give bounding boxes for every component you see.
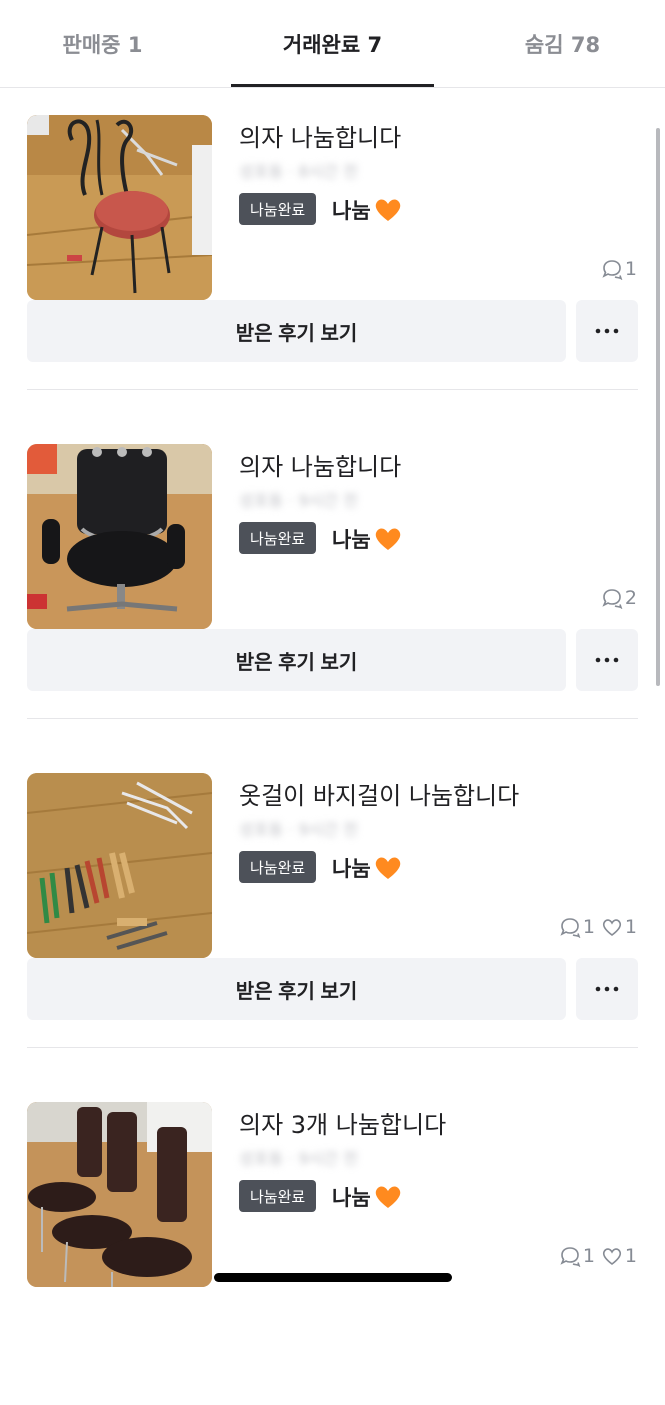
product-thumbnail[interactable]	[27, 115, 212, 300]
chat-count: 1	[559, 1245, 595, 1267]
chat-bubbles-icon	[602, 589, 623, 609]
orange-heart-icon	[375, 857, 400, 879]
view-received-review-button[interactable]: 받은 후기 보기	[27, 300, 566, 362]
item-location-time: 성포동 · 9시간 전	[239, 1149, 358, 1168]
status-badge: 나눔완료	[239, 522, 317, 554]
more-options-button[interactable]	[576, 958, 638, 1020]
product-thumbnail[interactable]	[27, 773, 212, 958]
item-title[interactable]: 의자 나눔합니다	[239, 118, 401, 153]
item-title[interactable]: 의자 나눔합니다	[239, 447, 401, 482]
item-stats: 1 1	[559, 1245, 637, 1267]
like-count: 1	[601, 1245, 637, 1267]
list-item[interactable]: 의자 3개 나눔합니다 성포동 · 9시간 전 나눔완료 나눔 1 1	[0, 1075, 665, 1405]
trade-status-tabs: 판매중 1 거래완료 7 숨김 78	[0, 0, 665, 88]
item-stats: 2	[601, 587, 637, 609]
tab-hidden[interactable]: 숨김 78	[460, 0, 665, 88]
price-label: 나눔	[332, 199, 371, 223]
chat-count-value: 1	[582, 1245, 595, 1267]
list-item[interactable]: 의자 나눔합니다 성포동 · 9시간 전 나눔완료 나눔 2 받은 후기 보기	[0, 417, 665, 747]
list-item[interactable]: 옷걸이 바지걸이 나눔합니다 성포동 · 9시간 전 나눔완료 나눔 1 1 받…	[0, 746, 665, 1076]
item-price: 나눔	[332, 851, 402, 885]
item-price: 나눔	[332, 193, 402, 227]
status-badge: 나눔완료	[239, 851, 317, 883]
tab-selling[interactable]: 판매중 1	[0, 0, 205, 88]
like-count: 1	[601, 916, 637, 938]
chat-count-value: 2	[624, 587, 637, 609]
orange-heart-icon	[375, 199, 400, 221]
chat-bubbles-icon	[560, 918, 581, 938]
orange-heart-icon	[375, 528, 400, 550]
chat-count-value: 1	[582, 916, 595, 938]
chat-bubbles-icon	[560, 1247, 581, 1267]
view-received-review-button[interactable]: 받은 후기 보기	[27, 629, 566, 691]
more-dots-icon	[595, 328, 619, 334]
item-divider	[27, 1047, 638, 1048]
price-label: 나눔	[332, 857, 371, 881]
item-divider	[27, 389, 638, 390]
item-location-time: 성포동 · 9시간 전	[239, 820, 358, 839]
chat-bubbles-icon	[602, 260, 623, 280]
like-count-value: 1	[624, 1245, 637, 1267]
heart-outline-icon	[602, 1248, 621, 1266]
chat-count-value: 1	[624, 258, 637, 280]
item-stats: 1 1	[559, 916, 637, 938]
product-thumbnail[interactable]	[27, 444, 212, 629]
like-count-value: 1	[624, 916, 637, 938]
item-price: 나눔	[332, 522, 402, 556]
more-dots-icon	[595, 986, 619, 992]
product-thumbnail[interactable]	[27, 1102, 212, 1287]
more-dots-icon	[595, 657, 619, 663]
more-options-button[interactable]	[576, 300, 638, 362]
item-title[interactable]: 옷걸이 바지걸이 나눔합니다	[239, 776, 519, 811]
item-title[interactable]: 의자 3개 나눔합니다	[239, 1105, 446, 1140]
chat-count: 1	[601, 258, 637, 280]
home-indicator[interactable]	[214, 1273, 452, 1282]
active-tab-indicator	[231, 84, 434, 87]
item-stats: 1	[601, 258, 637, 280]
list-item[interactable]: 의자 나눔합니다 성포동 · 8시간 전 나눔완료 나눔 1 받은 후기 보기	[0, 88, 665, 418]
chat-count: 1	[559, 916, 595, 938]
status-badge: 나눔완료	[239, 193, 317, 225]
heart-outline-icon	[602, 919, 621, 937]
more-options-button[interactable]	[576, 629, 638, 691]
item-price: 나눔	[332, 1180, 402, 1214]
price-label: 나눔	[332, 1186, 371, 1210]
price-label: 나눔	[332, 528, 371, 552]
item-location-time: 성포동 · 8시간 전	[239, 162, 358, 181]
item-location-time: 성포동 · 9시간 전	[239, 491, 358, 510]
tab-completed[interactable]: 거래완료 7	[230, 0, 435, 88]
chat-count: 2	[601, 587, 637, 609]
item-divider	[27, 718, 638, 719]
status-badge: 나눔완료	[239, 1180, 317, 1212]
orange-heart-icon	[375, 1186, 400, 1208]
view-received-review-button[interactable]: 받은 후기 보기	[27, 958, 566, 1020]
